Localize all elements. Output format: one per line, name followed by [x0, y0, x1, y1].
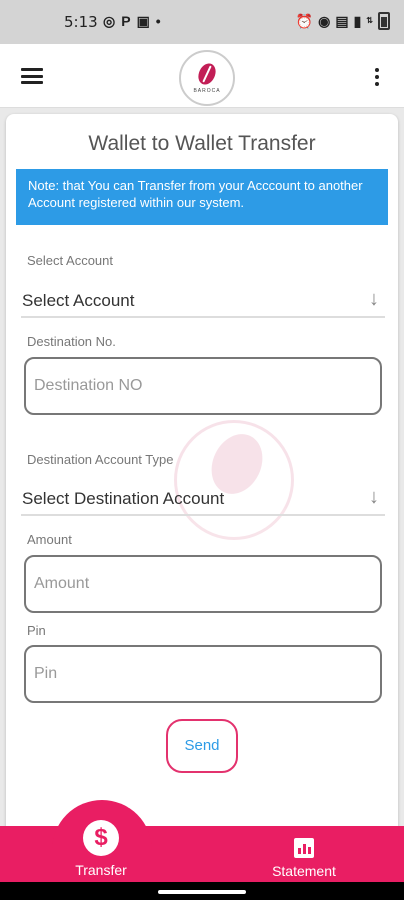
whatsapp-icon: ◎ — [103, 13, 116, 29]
app-logo: BAROCA — [179, 50, 235, 106]
status-time: 5:13 — [64, 13, 98, 31]
coffee-bean-icon — [195, 60, 219, 87]
select-account-label: Select Account — [27, 253, 113, 268]
hotspot-icon: ◉ — [318, 13, 331, 29]
tab-statement[interactable]: Statement — [262, 838, 346, 879]
logo-text: BAROCA — [193, 87, 221, 94]
home-gesture-pill[interactable] — [158, 890, 246, 894]
amount-input[interactable]: Amount — [24, 555, 382, 613]
destination-account-value: Select Destination Account — [22, 489, 225, 508]
bar-chart-icon — [294, 838, 314, 858]
dollar-icon: $ — [83, 820, 119, 856]
system-navigation-bar — [0, 882, 404, 900]
signal-icon: ▮ — [353, 13, 362, 29]
logo-watermark — [174, 420, 294, 540]
tab-transfer[interactable]: $ Transfer — [66, 820, 136, 878]
send-button[interactable]: Send — [166, 719, 238, 773]
battery-icon — [378, 12, 390, 30]
destination-account-dropdown[interactable]: Select Destination Account ↓ — [21, 484, 385, 516]
arrow-down-icon: ↓ — [369, 486, 379, 508]
pin-input[interactable]: Pin — [24, 645, 382, 703]
destination-no-input[interactable]: Destination NO — [24, 357, 382, 415]
status-right-icons: ⏰ ◉ ▤ ▮ ⇅ — [296, 12, 390, 30]
pin-label: Pin — [27, 623, 46, 638]
status-bar: 5:13 ◎ P ▣ • ⏰ ◉ ▤ ▮ ⇅ — [0, 0, 404, 44]
amount-label: Amount — [27, 532, 72, 547]
app-bar: BAROCA — [0, 44, 404, 108]
dot-icon: • — [155, 13, 161, 29]
tab-transfer-label: Transfer — [75, 862, 127, 878]
select-account-value: Select Account — [22, 291, 135, 310]
arrow-down-icon: ↓ — [369, 288, 379, 310]
menu-icon[interactable] — [21, 68, 43, 84]
transfer-note: Note: that You can Transfer from your Ac… — [16, 169, 388, 225]
tab-statement-label: Statement — [272, 863, 336, 879]
parking-icon: P — [121, 13, 131, 29]
destination-type-label: Destination Account Type — [27, 452, 174, 467]
status-left-icons: ◎ P ▣ • — [103, 12, 161, 30]
data-speed-icon: ⇅ — [366, 16, 373, 25]
destination-no-label: Destination No. — [27, 334, 116, 349]
transfer-form-card: Wallet to Wallet Transfer Note: that You… — [6, 114, 398, 834]
page-title: Wallet to Wallet Transfer — [88, 132, 316, 155]
more-options-icon[interactable] — [374, 68, 380, 86]
select-account-dropdown[interactable]: Select Account ↓ — [21, 286, 385, 318]
alarm-icon: ⏰ — [295, 13, 314, 29]
wifi-icon: ▤ — [335, 13, 349, 29]
news-icon: ▣ — [136, 13, 150, 29]
